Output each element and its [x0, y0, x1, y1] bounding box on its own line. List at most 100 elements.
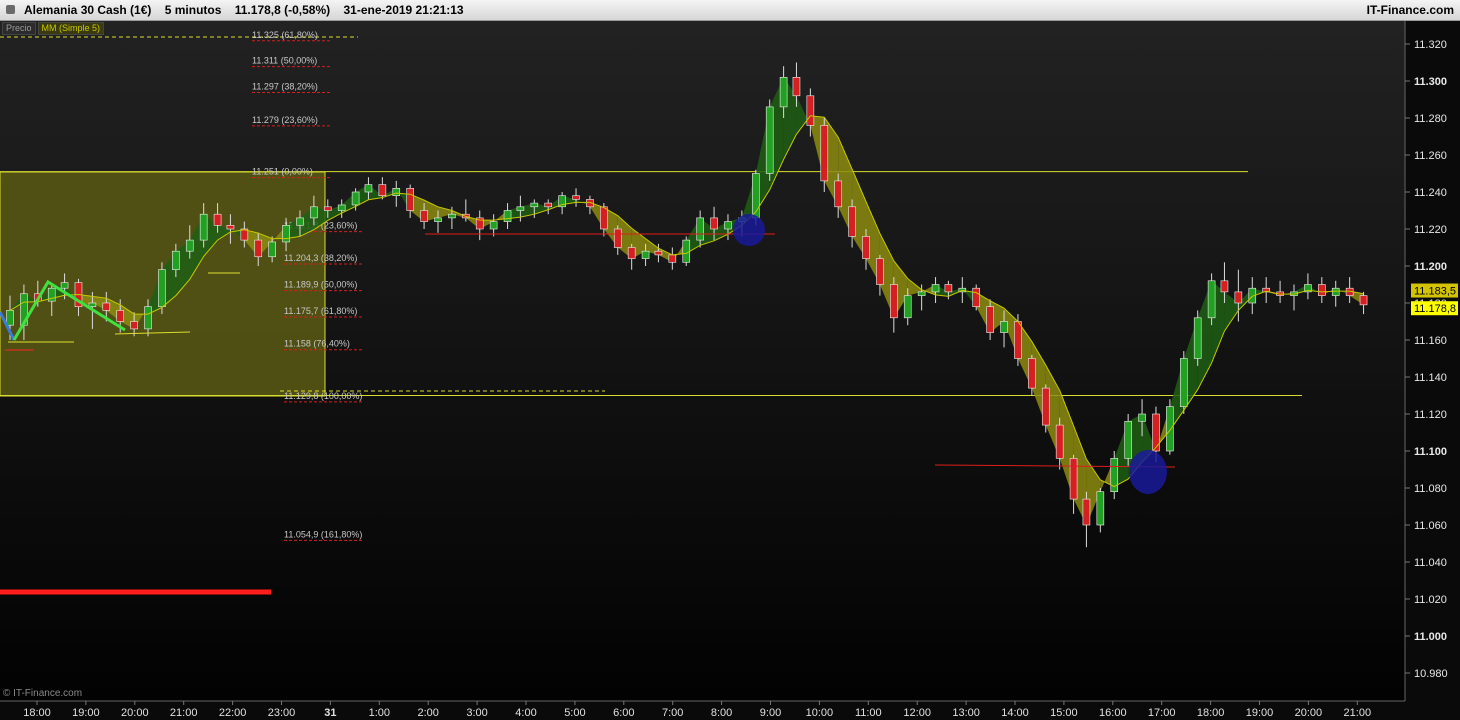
x-tick-label: 7:00	[662, 707, 683, 719]
candle-body	[337, 204, 346, 211]
price-tag: 11.178,8	[1411, 301, 1458, 316]
candle-body	[102, 302, 111, 311]
x-tick-label: 31	[324, 707, 336, 719]
candle-body	[724, 221, 732, 230]
candle-body	[779, 77, 788, 108]
candle-body	[420, 210, 428, 222]
fib-label-text: 11.279 (23,60%)	[252, 115, 318, 125]
candle-body	[544, 202, 553, 208]
candle-body	[876, 258, 884, 285]
price-tag-text: 11.183,5	[1414, 286, 1456, 298]
x-tick-label: 1:00	[369, 707, 390, 719]
candle-body	[613, 228, 622, 248]
y-tick-label: 11.300	[1414, 76, 1447, 88]
candle-body	[448, 213, 456, 219]
candle-body	[434, 217, 442, 222]
x-tick-label: 2:00	[417, 707, 438, 719]
y-tick-label: 11.100	[1414, 446, 1447, 458]
candle-body	[254, 239, 263, 258]
price-chart[interactable]: 11.325 (61,80%) 11.311 (50,00%) 11.297 (38…	[0, 21, 1460, 720]
candle-body	[1234, 291, 1243, 304]
candle	[1124, 414, 1132, 466]
candle	[1193, 310, 1202, 366]
fib-label-text: 11.311 (50,00%)	[252, 56, 317, 66]
copyright: © IT-Finance.com	[3, 688, 83, 699]
candle-body	[1014, 321, 1022, 359]
candle	[1110, 451, 1119, 500]
candle-body	[323, 206, 332, 211]
candle-body	[1220, 280, 1229, 293]
candle-body	[696, 217, 704, 241]
candle-body	[310, 206, 318, 219]
candle-body	[503, 210, 512, 222]
candle-body	[1041, 387, 1050, 426]
x-tick-label: 20:00	[121, 707, 149, 719]
candle	[1041, 384, 1050, 433]
y-tick-label: 11.200	[1414, 261, 1447, 273]
x-tick-label: 5:00	[564, 707, 585, 719]
candle-body	[392, 188, 401, 197]
candle-body	[944, 284, 953, 293]
x-tick-label: 16:00	[1099, 707, 1127, 719]
x-tick-label: 13:00	[952, 707, 980, 719]
fib-label-text: 11.129,8 (100,00%)	[284, 391, 362, 401]
candle-body	[1318, 284, 1326, 296]
candle-body	[1152, 413, 1160, 452]
candle-body	[282, 225, 290, 243]
candle-body	[986, 306, 994, 333]
candle-body	[848, 206, 856, 237]
candle-body	[972, 287, 981, 308]
candle-body	[226, 225, 235, 230]
candle	[820, 118, 829, 192]
candle-body	[116, 310, 125, 322]
y-tick-label: 11.040	[1414, 557, 1447, 569]
candle-body	[1096, 491, 1105, 526]
candle-body	[185, 239, 194, 252]
candle-body	[213, 213, 222, 226]
x-tick-label: 8:00	[711, 707, 732, 719]
header-info: Alemania 30 Cash (1€) 5 minutos 11.178,8…	[24, 0, 464, 20]
candle-body	[1359, 295, 1368, 306]
candle-body	[1193, 317, 1202, 359]
candle-body	[268, 241, 276, 258]
candle-body	[627, 247, 636, 259]
timeframe-label[interactable]: 5 minutos	[165, 3, 222, 17]
x-tick-label: 22:00	[219, 707, 247, 719]
candle-body	[1082, 498, 1091, 526]
candle-body	[406, 188, 414, 211]
candle	[1179, 351, 1188, 414]
pin-icon[interactable]	[6, 5, 15, 14]
x-tick-label: 4:00	[515, 707, 536, 719]
candle-body	[820, 125, 829, 182]
signal-circle-2	[1129, 450, 1167, 494]
candle-body	[530, 202, 539, 208]
legend: Precio MM (Simple 5)	[2, 22, 106, 35]
legend-price[interactable]: Precio	[2, 22, 36, 35]
chart-header: Alemania 30 Cash (1€) 5 minutos 11.178,8…	[0, 0, 1460, 21]
y-tick-label: 11.000	[1414, 631, 1447, 643]
fib-label-text: 11.325 (61,80%)	[252, 30, 318, 40]
candle-body	[364, 184, 373, 193]
fib-label-text: 11.251 (0,00%)	[252, 167, 313, 177]
price-tag: 11.183,5	[1411, 283, 1458, 298]
price-tag-text: 11.178,8	[1414, 303, 1456, 315]
y-tick-label: 11.020	[1414, 594, 1447, 606]
candle-body	[1207, 280, 1216, 319]
candle-body	[1055, 424, 1064, 459]
y-tick-label: 10.980	[1414, 668, 1448, 680]
candle-body	[351, 191, 360, 206]
candle	[1207, 273, 1216, 326]
candle-body	[682, 239, 691, 263]
candle-body	[1138, 413, 1146, 422]
candle-body	[641, 250, 650, 259]
candle-body	[931, 284, 940, 293]
candle-body	[903, 295, 912, 319]
x-tick-label: 19:00	[1246, 707, 1274, 719]
legend-ma[interactable]: MM (Simple 5)	[37, 22, 105, 35]
candle-body	[600, 206, 608, 230]
candle-body	[765, 106, 774, 174]
candle-body	[917, 291, 926, 296]
x-tick-label: 14:00	[1001, 707, 1029, 719]
fib-label: 11.054,9 (161,80%)	[284, 529, 364, 541]
candle-body	[654, 250, 663, 256]
